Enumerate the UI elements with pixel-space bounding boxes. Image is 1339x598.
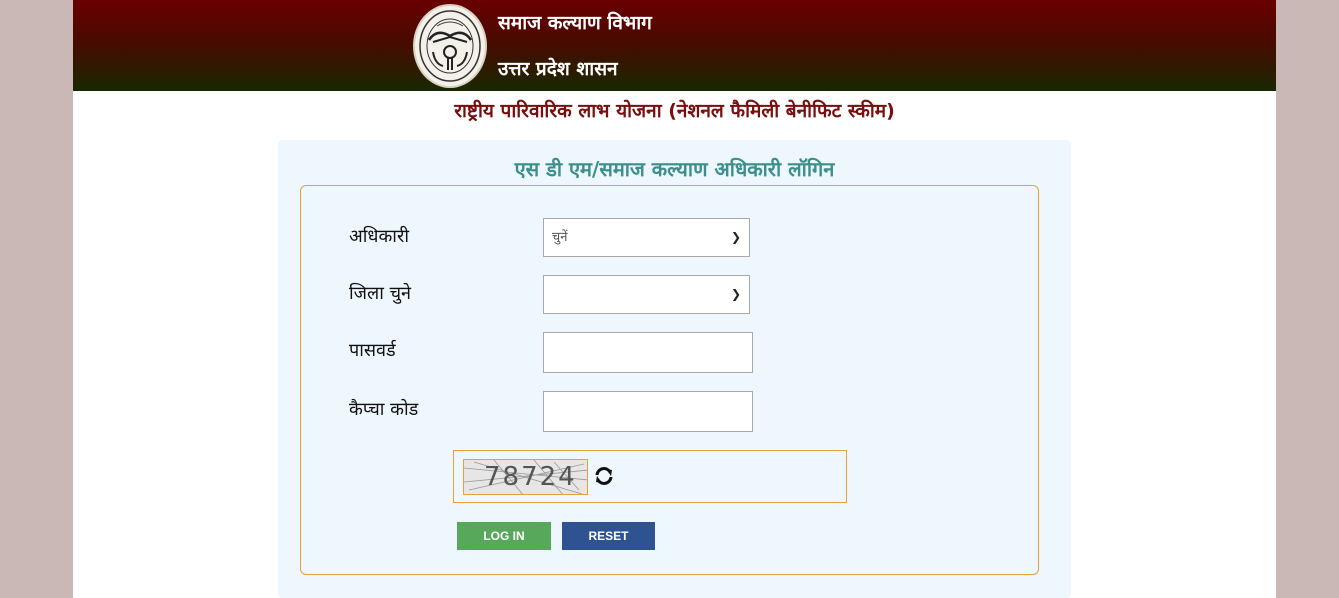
captcha-image: 78724 [463,459,588,495]
login-form: अधिकारी चुनें ❯ जिला चुने ❯ पासवर्ड कैप्… [300,185,1039,575]
login-panel: एस डी एम/समाज कल्याण अधिकारी लॉगिन अधिका… [278,140,1071,598]
password-input[interactable] [543,332,753,373]
password-label: पासवर्ड [349,340,396,361]
state-government-name: उत्तर प्रदेश शासन [498,58,618,80]
chevron-down-icon: ❯ [730,287,741,301]
district-label: जिला चुने [349,283,412,304]
up-government-emblem-icon [413,4,487,88]
district-select[interactable]: ❯ [543,275,750,314]
chevron-down-icon: ❯ [730,230,741,244]
officer-label: अधिकारी [349,226,409,247]
login-title: एस डी एम/समाज कल्याण अधिकारी लॉगिन [514,157,835,181]
department-name: समाज कल्याण विभाग [498,12,652,34]
officer-select-value: चुनें [552,230,568,245]
reset-button[interactable]: RESET [562,522,655,550]
captcha-input[interactable] [543,391,753,432]
officer-select[interactable]: चुनें ❯ [543,218,750,257]
scheme-title: राष्ट्रीय पारिवारिक लाभ योजना (नेशनल फैम… [454,100,895,122]
login-button[interactable]: LOG IN [457,522,551,550]
refresh-icon[interactable] [592,464,616,488]
captcha-label: कैप्चा कोड [349,399,419,420]
captcha-container: 78724 [453,450,847,503]
header-banner: समाज कल्याण विभाग उत्तर प्रदेश शासन [73,0,1276,91]
page: समाज कल्याण विभाग उत्तर प्रदेश शासन राष्… [73,0,1276,598]
captcha-code-text: 78724 [484,462,577,492]
